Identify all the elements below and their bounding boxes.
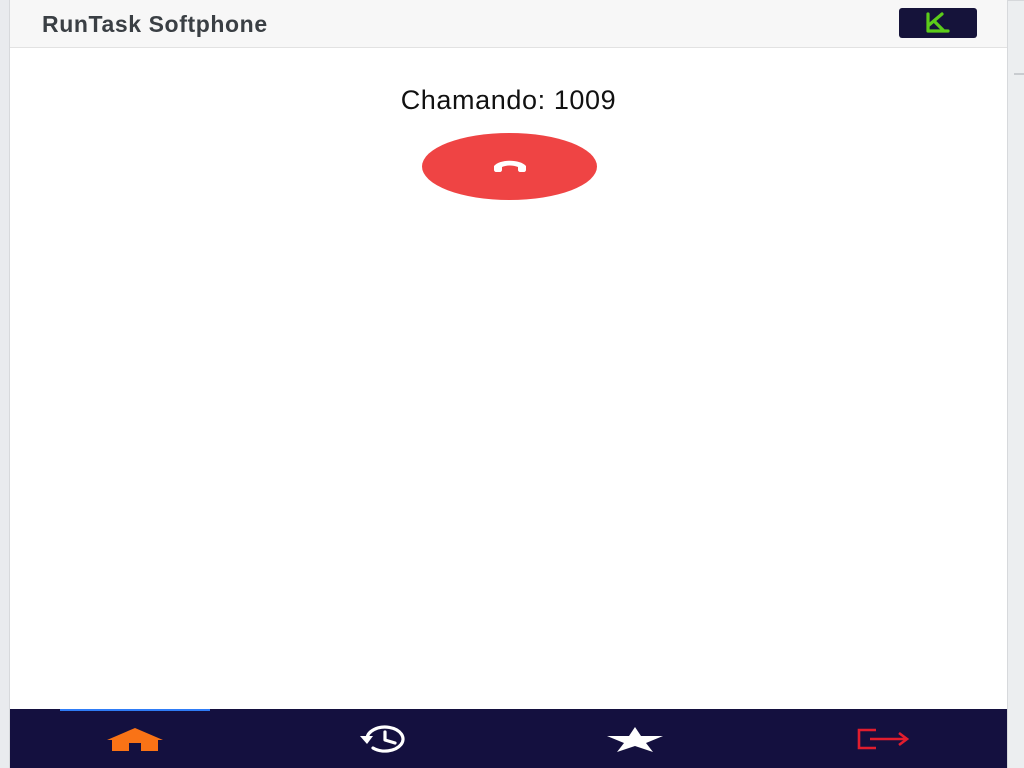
tab-home[interactable]	[10, 709, 259, 768]
star-icon	[606, 726, 663, 752]
runtask-logo	[899, 8, 977, 38]
call-screen: Chamando: 1009	[10, 48, 1007, 709]
bottom-tab-bar	[10, 709, 1007, 768]
tab-favorites[interactable]	[510, 709, 759, 768]
window-edge	[1008, 0, 1024, 768]
call-status: Chamando: 1009	[10, 85, 1007, 116]
tab-logout[interactable]	[759, 709, 1007, 768]
home-icon	[106, 727, 163, 751]
phone-hangup-icon	[493, 160, 526, 172]
app-header: RunTask Softphone	[10, 0, 1007, 48]
edge-line	[1014, 73, 1024, 75]
tab-history[interactable]	[260, 709, 509, 768]
runtask-k-logo-icon	[926, 12, 950, 33]
hangup-button[interactable]	[422, 133, 597, 200]
call-number: 1009	[553, 85, 617, 115]
call-status-label: Chamando:	[400, 85, 546, 115]
app-title: RunTask Softphone	[42, 11, 268, 37]
history-icon	[359, 724, 405, 753]
softphone-window: RunTask Softphone Chamando: 1009	[9, 0, 1008, 768]
logout-icon	[857, 728, 909, 749]
